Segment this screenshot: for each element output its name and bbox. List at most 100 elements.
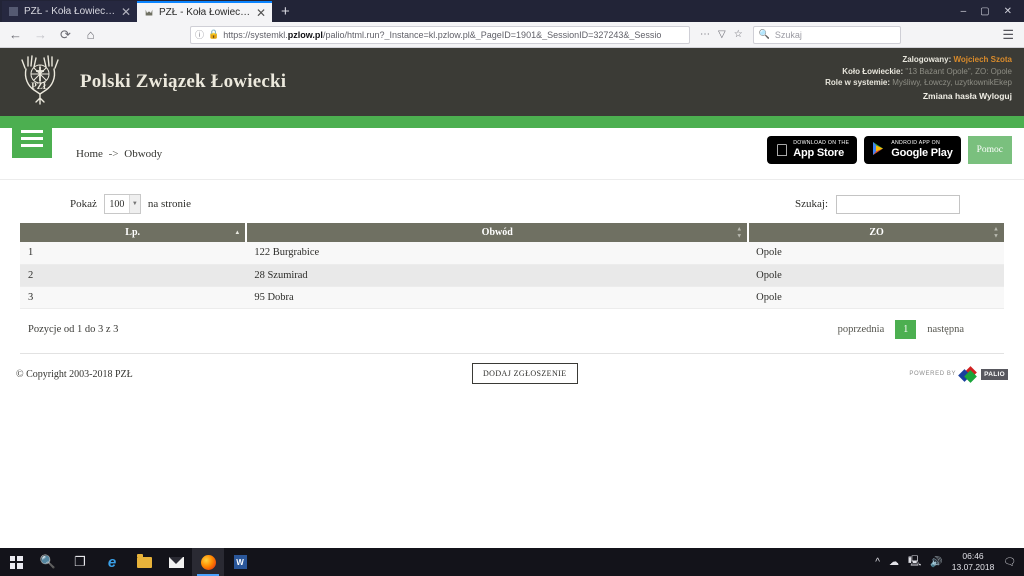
search-icon[interactable]: 🔍 <box>32 548 64 576</box>
column-header-zo[interactable]: ZO ▲ ▼ <box>748 223 1004 242</box>
star-icon[interactable]: ☆ <box>734 29 743 40</box>
pagination-next[interactable]: następna <box>927 324 964 335</box>
googleplay-label: Google Play <box>891 146 953 159</box>
home-icon[interactable]: ⌂ <box>83 27 98 42</box>
pagination-prev[interactable]: poprzednia <box>838 324 885 335</box>
task-view-icon[interactable]: ❐ <box>64 548 96 576</box>
show-label: Pokaż <box>70 198 97 210</box>
new-tab-button[interactable]: + <box>272 2 299 22</box>
logged-in-user: Wojciech Szota <box>953 55 1012 64</box>
palio-logo-icon <box>958 365 977 383</box>
browser-tab-1[interactable]: PZŁ - Koła Łowieckie ✕ <box>2 1 137 22</box>
pagination-page-1[interactable]: 1 <box>895 319 917 339</box>
clock-date: 13.07.2018 <box>951 562 995 572</box>
browser-navbar: ← → ⟳ ⌂ ⓘ 🔒 https://systemkl.pzlow.pl/pa… <box>0 22 1024 48</box>
tab-favicon <box>8 6 19 17</box>
column-header-obwod[interactable]: Obwód ▲ ▼ <box>246 223 750 242</box>
user-info-panel: Zalogowany: Wojciech Szota Koło Łowiecki… <box>825 54 1012 102</box>
hamburger-menu-icon[interactable] <box>12 118 52 158</box>
apple-icon:  <box>775 142 788 159</box>
page-size-control: Pokaż 100 ▼ na stronie <box>70 194 191 214</box>
change-password-link[interactable]: Zmiana hasła <box>923 91 977 101</box>
logged-in-label: Zalogowany: <box>902 55 952 64</box>
network-icon[interactable]: 🖳 <box>908 554 921 571</box>
column-header-lp[interactable]: Lp. ▲ <box>20 223 248 242</box>
pzl-antlers-logo-icon: PZŁ <box>14 52 66 113</box>
close-icon[interactable]: ✕ <box>121 6 131 18</box>
browser-tabstrip: PZŁ - Koła Łowieckie ✕ PZŁ - Koła Łowiec… <box>0 0 1024 22</box>
system-tray: ^ ☁ 🖳 🔊 06:46 13.07.2018 🗨 <box>875 551 1024 573</box>
url-actions: ⋯ ▽ ☆ <box>700 29 743 40</box>
breadcrumb-current: Obwody <box>124 147 163 160</box>
breadcrumb-separator: -> <box>108 147 119 160</box>
clock-time: 06:46 <box>962 551 984 561</box>
pagination: poprzednia 1 następna <box>838 319 964 339</box>
tray-chevron-icon[interactable]: ^ <box>875 557 880 568</box>
search-label: Szukaj: <box>795 198 828 210</box>
appstore-small-label: Download on the <box>793 140 850 147</box>
reload-icon[interactable]: ⟳ <box>58 27 73 43</box>
close-window-button[interactable]: ✕ <box>1004 6 1012 17</box>
svg-text:PZŁ: PZŁ <box>31 81 49 91</box>
browser-search-input[interactable]: 🔍 Szukaj <box>752 25 901 44</box>
brand-logo-group[interactable]: PZŁ Polski Związek Łowiecki <box>14 52 286 113</box>
browser-menu-icon[interactable]: ☰ <box>1002 27 1016 43</box>
windows-start-icon[interactable] <box>0 548 32 576</box>
club-value: "13 Bażant Opole", ZO: Opole <box>905 66 1012 76</box>
forward-arrow-icon[interactable]: → <box>33 27 48 42</box>
copyright-text: © Copyright 2003-2018 PZŁ <box>16 368 133 380</box>
logout-link[interactable]: Wyloguj <box>979 91 1012 101</box>
table-row[interactable]: 1 122 Burgrabice Opole <box>20 242 1004 265</box>
table-row[interactable]: 2 28 Szumirad Opole <box>20 264 1004 287</box>
pocket-icon[interactable]: ▽ <box>718 29 726 40</box>
site-footer: © Copyright 2003-2018 PZŁ DODAJ ZGŁOSZEN… <box>0 354 1024 384</box>
info-circle-icon[interactable]: ⓘ <box>195 28 204 41</box>
club-label: Koło Łowieckie: <box>842 66 904 76</box>
back-arrow-icon[interactable]: ← <box>8 27 23 42</box>
page-size-select[interactable]: 100 ▼ <box>103 194 141 214</box>
maximize-button[interactable]: ▢ <box>980 6 989 17</box>
main-content: Pokaż 100 ▼ na stronie Szukaj: Lp. ▲ Obw… <box>0 180 1024 339</box>
sort-none-icon: ▲ ▼ <box>993 226 999 239</box>
column-label: Lp. <box>125 227 141 238</box>
notification-icon[interactable]: 🗨 <box>1003 557 1016 568</box>
url-text: https://systemkl.pzlow.pl/palio/html.run… <box>223 29 662 40</box>
file-explorer-icon[interactable] <box>128 548 160 576</box>
play-triangle-icon <box>872 141 886 159</box>
appstore-badge[interactable]:  Download on the App Store <box>767 136 858 164</box>
cell-lp: 1 <box>20 242 247 265</box>
mail-icon[interactable] <box>160 548 192 576</box>
cell-zo: Opole <box>748 242 1004 265</box>
clock[interactable]: 06:46 13.07.2018 <box>952 551 995 573</box>
volume-icon[interactable]: 🔊 <box>930 557 942 568</box>
word-icon[interactable]: W <box>224 548 256 576</box>
cell-obwod: 95 Dobra <box>246 286 749 309</box>
close-icon[interactable]: ✕ <box>256 7 266 19</box>
onedrive-icon[interactable]: ☁ <box>889 557 899 568</box>
minimize-button[interactable]: – <box>961 6 967 17</box>
cell-obwod: 122 Burgrabice <box>246 242 749 265</box>
page-size-value: 100 <box>109 198 125 210</box>
logged-in-line: Zalogowany: Wojciech Szota <box>825 54 1012 66</box>
table-footer: Pozycje od 1 do 3 z 3 poprzednia 1 nastę… <box>20 309 1004 339</box>
powered-by-group: POWERED BY PALIO <box>909 365 1008 383</box>
browser-tab-2[interactable]: PZŁ - Koła Łowieckie ✕ <box>137 1 272 22</box>
firefox-icon[interactable] <box>192 548 224 576</box>
search-input[interactable] <box>836 194 960 214</box>
palio-brand-label: PALIO <box>981 368 1008 380</box>
url-bar[interactable]: ⓘ 🔒 https://systemkl.pzlow.pl/palio/html… <box>190 25 690 44</box>
roles-line: Role w systemie: Myśliwy, Łowczy, uzytko… <box>825 77 1012 89</box>
add-report-button[interactable]: DODAJ ZGŁOSZENIE <box>472 362 578 384</box>
breadcrumb-home-link[interactable]: Home <box>76 148 103 160</box>
column-label: Obwód <box>481 227 513 238</box>
table-header-row: Lp. ▲ Obwód ▲ ▼ ZO ▲ ▼ <box>20 223 1004 242</box>
breadcrumb: Home -> Obwody <box>76 148 162 160</box>
edge-icon[interactable]: e <box>96 548 128 576</box>
table-row[interactable]: 3 95 Dobra Opole <box>20 286 1004 309</box>
googleplay-badge[interactable]: ANDROID APP ON Google Play <box>864 136 961 164</box>
cell-zo: Opole <box>748 286 1004 309</box>
search-placeholder: Szukaj <box>774 29 802 40</box>
chevron-down-icon: ▼ <box>128 195 140 213</box>
ellipsis-icon[interactable]: ⋯ <box>700 29 710 40</box>
help-button[interactable]: Pomoc <box>967 136 1012 164</box>
